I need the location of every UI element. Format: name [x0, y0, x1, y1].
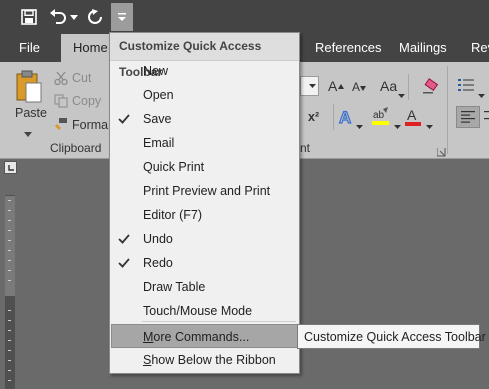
- font-group-label: nt: [300, 141, 311, 155]
- chevron-down-icon[interactable]: [478, 85, 485, 103]
- menu-separator: [142, 321, 296, 322]
- chevron-down-icon[interactable]: [24, 124, 32, 142]
- menu-item-save[interactable]: Save: [111, 107, 298, 131]
- copy-button[interactable]: Copy: [72, 94, 101, 108]
- menu-item-quick-print[interactable]: Quick Print: [111, 155, 298, 179]
- ruler-tick: [8, 320, 11, 321]
- menu-item-editor[interactable]: Editor (F7): [111, 203, 298, 227]
- scissors-icon: [54, 71, 68, 90]
- chevron-down-icon[interactable]: [398, 85, 405, 103]
- checkmark-icon: [118, 258, 130, 268]
- menu-item-new[interactable]: New: [111, 59, 298, 83]
- ruler-tick: [8, 340, 11, 341]
- superscript-button[interactable]: x²: [308, 110, 319, 124]
- ruler-tick: [8, 370, 11, 371]
- ruler-tick: [8, 240, 11, 241]
- menu-item-show-below-ribbon[interactable]: Show Below the Ribbon: [111, 348, 298, 372]
- ribbon-divider: [333, 104, 334, 130]
- change-case-button[interactable]: Aa: [380, 78, 397, 94]
- chevron-down-icon[interactable]: [69, 5, 79, 29]
- checkmark-icon: [118, 234, 130, 244]
- ruler-tick: [8, 330, 11, 331]
- tab-file[interactable]: File: [19, 34, 40, 62]
- align-left-button[interactable]: [456, 106, 480, 128]
- save-icon[interactable]: [18, 5, 40, 29]
- redo-icon[interactable]: [85, 5, 105, 29]
- menu-item-email[interactable]: Email: [111, 131, 298, 155]
- ruler-tick: [8, 260, 11, 261]
- font-color-icon[interactable]: A: [405, 107, 421, 132]
- tab-review[interactable]: Rev: [471, 34, 489, 62]
- chevron-down-icon[interactable]: [426, 116, 433, 134]
- align-center-icon[interactable]: [484, 110, 489, 128]
- tooltip: Customize Quick Access Toolbar: [297, 324, 486, 349]
- menu-item-redo[interactable]: Redo: [111, 251, 298, 275]
- ruler-tick: [8, 280, 11, 281]
- menu-header: Customize Quick Access Toolbar: [110, 33, 299, 79]
- ribbon-divider: [408, 74, 409, 100]
- svg-text:ab: ab: [373, 110, 385, 121]
- chevron-down-icon[interactable]: [356, 116, 363, 134]
- menu-item-undo[interactable]: Undo: [111, 227, 298, 251]
- svg-text:A: A: [407, 107, 417, 123]
- ruler-tick: [8, 350, 11, 351]
- ribbon-group-divider: [447, 66, 448, 154]
- tab-references[interactable]: References: [315, 34, 381, 62]
- more-commands-label: ore Commands...: [153, 330, 250, 344]
- text-effects-icon[interactable]: A: [338, 107, 354, 131]
- clear-formatting-icon[interactable]: [422, 78, 439, 99]
- ruler-tick: [8, 230, 11, 231]
- format-painter-icon: [54, 117, 68, 136]
- paste-icon[interactable]: [15, 70, 43, 109]
- customize-qat-icon[interactable]: [111, 3, 133, 31]
- format-painter-button[interactable]: Forma: [72, 118, 108, 132]
- ruler-tick: [8, 310, 11, 311]
- checkmark-icon: [118, 114, 130, 124]
- shrink-arrow-icon: [360, 78, 366, 96]
- ruler-tick: [8, 220, 11, 221]
- more-commands-mnemonic: M: [143, 330, 154, 344]
- menu-item-print-preview[interactable]: Print Preview and Print: [111, 179, 298, 203]
- menu-item-open[interactable]: Open: [111, 83, 298, 107]
- copy-icon: [54, 94, 68, 113]
- shrink-font-button[interactable]: A: [352, 80, 360, 94]
- undo-icon[interactable]: [48, 5, 68, 29]
- ruler-tick: [8, 360, 11, 361]
- grow-arrow-icon: [338, 76, 344, 94]
- chevron-down-icon[interactable]: [394, 116, 401, 134]
- menu-item-draw-table[interactable]: Draw Table: [111, 275, 298, 299]
- bullets-icon[interactable]: [458, 78, 474, 97]
- ruler-tab-selector[interactable]: [4, 161, 17, 174]
- menu-item-touch-mouse-mode[interactable]: Touch/Mouse Mode: [111, 299, 298, 323]
- ruler-tick: [8, 210, 11, 211]
- svg-text:A: A: [339, 108, 351, 126]
- paste-button[interactable]: Paste: [15, 106, 47, 120]
- ruler-tick: [8, 200, 11, 201]
- grow-font-button[interactable]: A: [328, 78, 337, 94]
- vertical-ruler-margin: [5, 196, 15, 296]
- ruler-tick: [8, 250, 11, 251]
- dialog-launcher-icon[interactable]: [436, 144, 446, 162]
- ruler-tick: [8, 380, 11, 381]
- customize-qat-menu: Customize Quick Access Toolbar New Open …: [109, 32, 300, 374]
- cut-button[interactable]: Cut: [72, 71, 91, 85]
- clipboard-group-label: Clipboard: [50, 141, 102, 155]
- show-below-label: how Below the Ribbon: [151, 353, 276, 367]
- highlight-color-icon[interactable]: ab: [372, 107, 390, 132]
- ruler-tick: [8, 270, 11, 271]
- menu-item-more-commands[interactable]: More Commands...: [111, 324, 298, 348]
- tab-mailings[interactable]: Mailings: [399, 34, 447, 62]
- font-size-dropdown[interactable]: [300, 76, 319, 96]
